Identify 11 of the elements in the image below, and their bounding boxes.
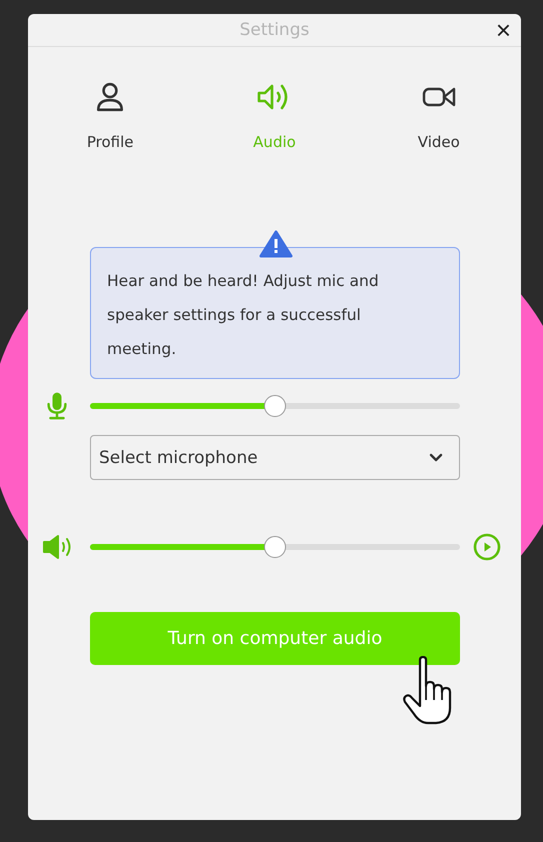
- chevron-down-icon: [429, 452, 443, 462]
- tab[interactable]: Video: [356, 81, 521, 151]
- slider-thumb[interactable]: [264, 395, 286, 417]
- slider-thumb[interactable]: [264, 536, 286, 558]
- notice-text: Hear and be heard! Adjust mic and speaker settings for a successful meeting.: [107, 271, 380, 360]
- close-button[interactable]: ×: [492, 16, 515, 44]
- play-icon[interactable]: [473, 533, 501, 561]
- tab[interactable]: Profile: [28, 81, 192, 151]
- window-title: Settings: [240, 20, 310, 40]
- microphone-dropdown[interactable]: Select microphone: [90, 435, 460, 480]
- warning-icon: [259, 230, 293, 258]
